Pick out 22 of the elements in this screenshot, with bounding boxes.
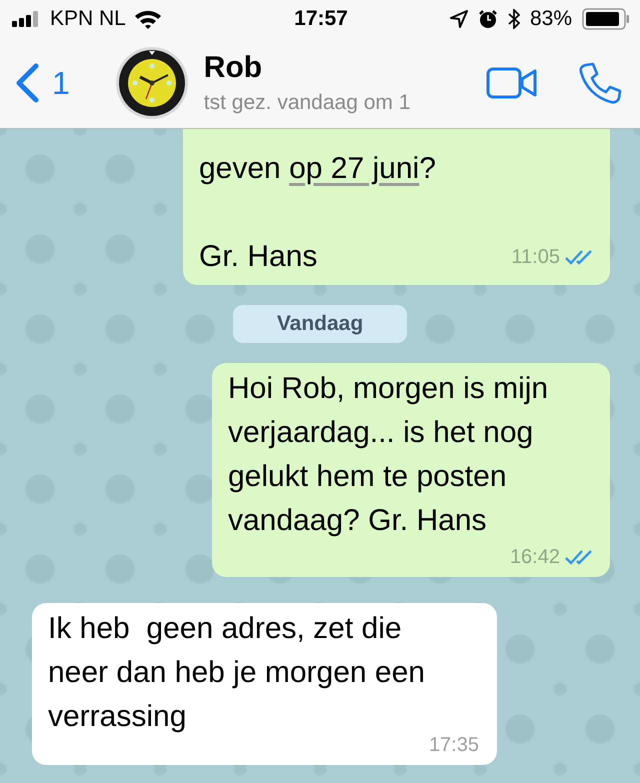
message-time: 17:35 xyxy=(428,733,479,758)
date-chip: Vandaag xyxy=(232,305,408,343)
call-button[interactable] xyxy=(578,61,622,105)
back-button[interactable]: 1 xyxy=(14,63,70,103)
message-time: 11:05 xyxy=(511,245,560,270)
location-arrow-icon xyxy=(450,10,468,28)
message-text: Ik heb geen adres, zet die neer dan heb je morgen een verrassing xyxy=(48,612,426,733)
date-link[interactable]: op 27 juni xyxy=(289,152,420,185)
wifi-icon xyxy=(134,9,162,29)
battery-percentage: 83% xyxy=(530,7,572,31)
bluetooth-icon xyxy=(508,9,520,29)
battery-icon xyxy=(582,8,630,30)
message-time: 16:42 xyxy=(510,545,560,570)
message-text: Hoi Rob, morgen is mijn verjaardag... is het nog gelukt hem te posten vandaag? Gr. Hans xyxy=(228,372,550,537)
clock-time: 17:57 xyxy=(294,7,348,31)
carrier-name: KPN NL xyxy=(50,7,126,31)
contact-name[interactable]: Rob xyxy=(204,51,446,85)
chevron-icon[interactable] xyxy=(14,63,40,103)
last-seen-status: tst gez. vandaag om 1 xyxy=(204,91,412,115)
video-call-button[interactable] xyxy=(486,66,538,100)
message-text: geven op 27 juni? Gr. Hans xyxy=(199,152,436,273)
alarm-clock-icon xyxy=(478,9,498,29)
